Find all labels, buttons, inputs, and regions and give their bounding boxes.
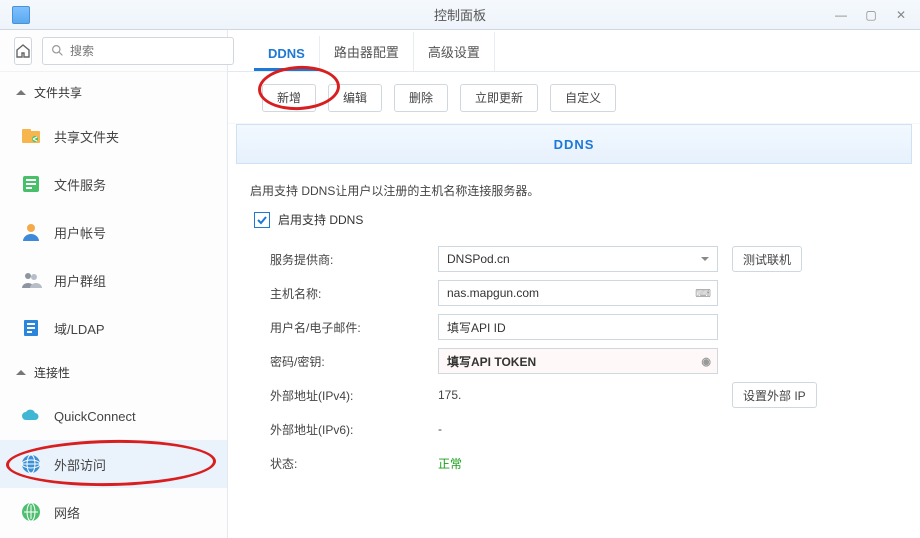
edit-button[interactable]: 编辑 (328, 84, 382, 112)
username-label: 用户名/电子邮件: (270, 319, 438, 336)
section-label: 文件共享 (34, 84, 82, 101)
enable-ddns-label: 启用支持 DDNS (278, 211, 363, 228)
search-icon (51, 44, 64, 57)
status-value: 正常 (438, 455, 462, 472)
ipv4-value: 175. (438, 388, 718, 402)
key-icon: ◉ (701, 355, 711, 368)
hostname-input[interactable]: nas.mapgun.com⌨ (438, 280, 718, 306)
sidebar: 文件共享 共享文件夹 文件服务 用户帐号 用户群组 域/LDAP 连接性 (0, 30, 228, 538)
home-button[interactable] (14, 37, 32, 65)
sidebar-item-label: 用户群组 (54, 271, 106, 290)
section-header: DDNS (236, 124, 912, 164)
hostname-label: 主机名称: (270, 285, 438, 302)
close-button[interactable]: ✕ (890, 7, 912, 23)
username-input[interactable]: 填写API ID (438, 314, 718, 340)
tab-bar: DDNS 路由器配置 高级设置 (228, 30, 920, 72)
check-icon (256, 214, 268, 226)
home-icon (15, 43, 31, 59)
status-label: 状态: (270, 455, 438, 472)
add-button[interactable]: 新增 (262, 84, 316, 112)
ipv4-label: 外部地址(IPv4): (270, 387, 438, 404)
set-external-ip-button[interactable]: 设置外部 IP (732, 382, 817, 408)
provider-label: 服务提供商: (270, 251, 438, 268)
group-icon (20, 269, 42, 291)
globe-icon (20, 453, 42, 475)
enable-ddns-checkbox[interactable] (254, 212, 270, 228)
sidebar-item-quickconnect[interactable]: QuickConnect (0, 392, 227, 440)
file-service-icon (20, 173, 42, 195)
ddns-form: 服务提供商: DNSPod.cn 测试联机 主机名称: nas.mapgun.c… (236, 242, 912, 480)
search-input[interactable] (70, 44, 225, 58)
toolbar: 新增 编辑 删除 立即更新 自定义 (228, 72, 920, 124)
window-controls: — ▢ ✕ (830, 7, 912, 23)
network-icon (20, 501, 42, 523)
provider-select[interactable]: DNSPod.cn (438, 246, 718, 272)
sidebar-item-group[interactable]: 用户群组 (0, 256, 227, 304)
minimize-button[interactable]: — (830, 7, 852, 23)
main-panel: DDNS 路由器配置 高级设置 新增 编辑 删除 立即更新 自定义 DDNS 启… (228, 30, 920, 538)
sidebar-item-label: 域/LDAP (54, 319, 105, 338)
app-icon (12, 6, 30, 24)
sidebar-item-label: QuickConnect (54, 409, 136, 424)
window-title: 控制面板 (434, 5, 486, 24)
folder-share-icon (20, 125, 42, 147)
search-field[interactable] (42, 37, 234, 65)
refresh-button[interactable]: 立即更新 (460, 84, 538, 112)
sidebar-item-external-access[interactable]: 外部访问 (0, 440, 227, 488)
sidebar-item-label: 外部访问 (54, 455, 106, 474)
delete-button[interactable]: 删除 (394, 84, 448, 112)
custom-button[interactable]: 自定义 (550, 84, 616, 112)
title-bar: 控制面板 — ▢ ✕ (0, 0, 920, 30)
keyboard-icon: ⌨ (695, 287, 711, 300)
sidebar-item-label: 共享文件夹 (54, 127, 119, 146)
test-connection-button[interactable]: 测试联机 (732, 246, 802, 272)
directory-icon (20, 317, 42, 339)
user-icon (20, 221, 42, 243)
tab-advanced[interactable]: 高级设置 (414, 32, 495, 71)
maximize-button[interactable]: ▢ (860, 7, 882, 23)
tab-router[interactable]: 路由器配置 (320, 32, 414, 71)
section-label: 连接性 (34, 364, 70, 381)
intro-text: 启用支持 DDNS让用户以注册的主机名称连接服务器。 (236, 164, 912, 211)
password-label: 密码/密钥: (270, 353, 438, 370)
section-connectivity[interactable]: 连接性 (0, 352, 227, 392)
tab-ddns[interactable]: DDNS (254, 36, 320, 71)
sidebar-item-label: 网络 (54, 503, 80, 522)
sidebar-item-ldap[interactable]: 域/LDAP (0, 304, 227, 352)
cloud-icon (20, 405, 42, 427)
chevron-up-icon (16, 85, 26, 95)
sidebar-item-label: 用户帐号 (54, 223, 106, 242)
sidebar-item-label: 文件服务 (54, 175, 106, 194)
ipv6-value: - (438, 422, 442, 436)
section-file-share[interactable]: 文件共享 (0, 72, 227, 112)
chevron-up-icon (16, 365, 26, 375)
ipv6-label: 外部地址(IPv6): (270, 421, 438, 438)
sidebar-item-network[interactable]: 网络 (0, 488, 227, 536)
password-input[interactable]: 填写API TOKEN◉ (438, 348, 718, 374)
sidebar-item-shared-folder[interactable]: 共享文件夹 (0, 112, 227, 160)
sidebar-item-user[interactable]: 用户帐号 (0, 208, 227, 256)
sidebar-item-file-services[interactable]: 文件服务 (0, 160, 227, 208)
